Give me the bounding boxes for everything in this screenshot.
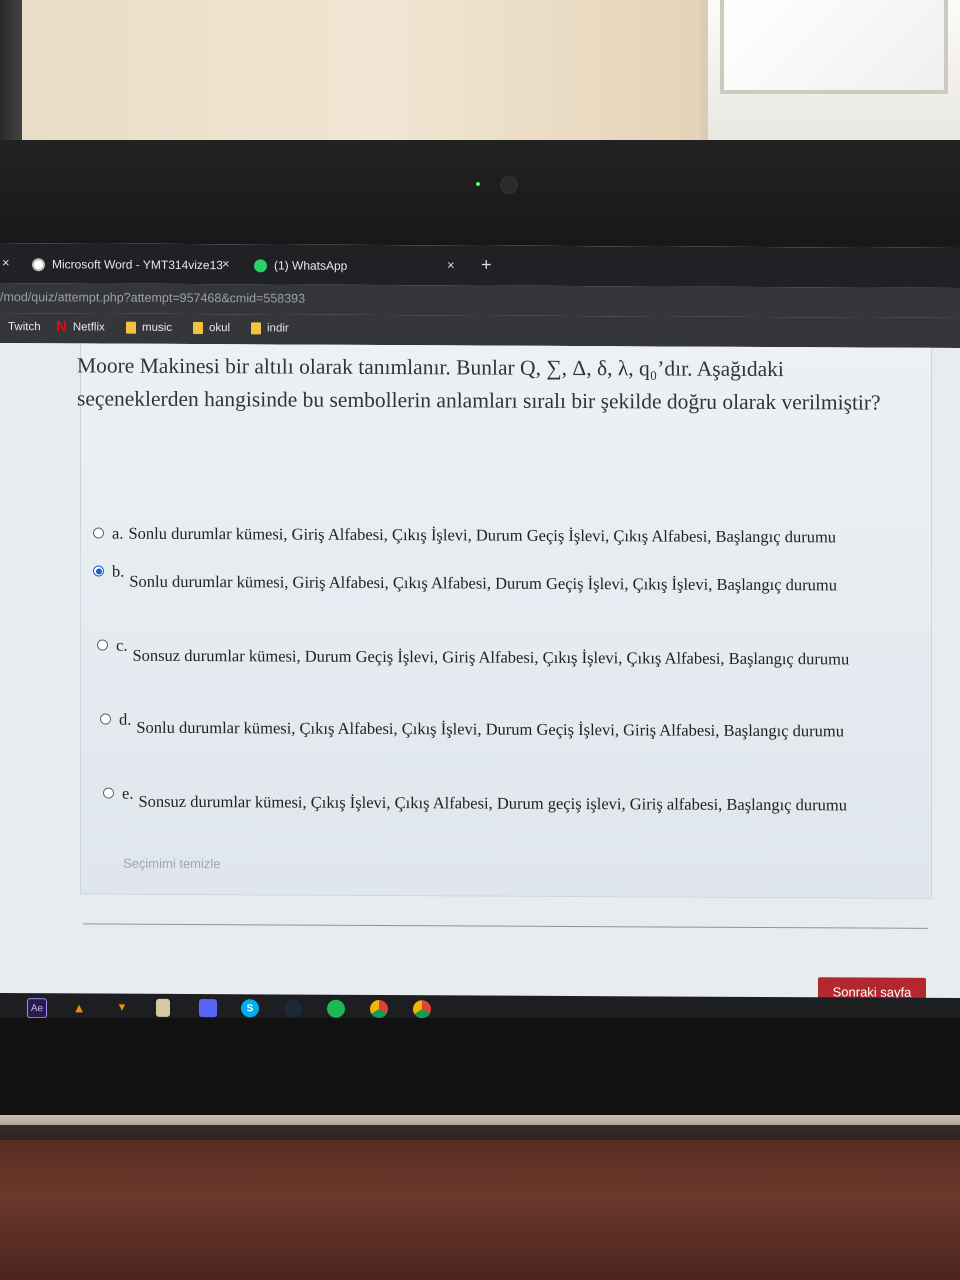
bookmark-label: music bbox=[142, 321, 173, 334]
room-window-glass bbox=[720, 0, 948, 94]
tab-label: Microsoft Word - YMT314vize13 bbox=[52, 257, 223, 273]
answer-letter: e. bbox=[122, 783, 134, 803]
url-text: /mod/quiz/attempt.php?attempt=957468&cmi… bbox=[0, 290, 306, 306]
radio-button[interactable] bbox=[103, 787, 114, 799]
divider bbox=[83, 923, 928, 929]
book-icon[interactable] bbox=[156, 998, 170, 1017]
answer-option-d[interactable]: d. Sonlu durumlar kümesi, Çıkış Alfabesi… bbox=[100, 710, 844, 742]
steam-icon[interactable] bbox=[284, 999, 302, 1018]
chrome-icon-active[interactable] bbox=[413, 1000, 431, 1019]
globe-icon bbox=[32, 257, 45, 271]
question-box: Moore Makinesi bir altılı olarak tanımla… bbox=[77, 343, 932, 899]
monitor-bezel-top bbox=[0, 140, 960, 245]
clear-choice-link[interactable]: Seçimimi temizle bbox=[123, 856, 221, 872]
bookmark-netflix[interactable]: N Netflix bbox=[56, 318, 105, 336]
ae-icon[interactable]: Ae bbox=[27, 998, 47, 1019]
monitor-edge bbox=[0, 0, 22, 150]
answer-letter: b. bbox=[112, 561, 125, 581]
close-icon[interactable]: × bbox=[447, 257, 455, 272]
answer-letter: d. bbox=[119, 709, 132, 729]
folder-icon bbox=[126, 321, 136, 334]
webcam-led bbox=[476, 182, 480, 186]
discord-icon[interactable] bbox=[199, 999, 217, 1018]
whatsapp-icon bbox=[254, 258, 267, 272]
tab-word[interactable]: Microsoft Word - YMT314vize13 bbox=[32, 251, 223, 278]
radio-button[interactable] bbox=[93, 527, 104, 539]
webcam-icon bbox=[500, 176, 518, 194]
bookmark-label: okul bbox=[209, 322, 231, 335]
answer-letter: c. bbox=[116, 635, 128, 655]
monitor-bezel-bottom bbox=[0, 1018, 960, 1118]
answer-letter: a. bbox=[112, 523, 124, 543]
answer-option-e[interactable]: e. Sonsuz durumlar kümesi, Çıkış İşlevi,… bbox=[103, 784, 847, 816]
bookmark-okul[interactable]: okul bbox=[193, 322, 230, 334]
spotify-icon[interactable] bbox=[327, 999, 345, 1018]
bookmark-label: Twitch bbox=[8, 321, 41, 334]
answer-text: Sonlu durumlar kümesi, Giriş Alfabesi, Ç… bbox=[128, 523, 837, 547]
bookmark-label: indir bbox=[267, 322, 289, 335]
vlc-icon[interactable]: ▲ bbox=[70, 998, 88, 1016]
answer-text: Sonsuz durumlar kümesi, Çıkış İşlevi, Çı… bbox=[138, 791, 847, 815]
laptop-body bbox=[0, 1140, 960, 1280]
folder-icon bbox=[251, 322, 261, 335]
bookmark-indir[interactable]: indir bbox=[251, 322, 289, 335]
question-text: Moore Makinesi bir altılı olarak tanımla… bbox=[77, 353, 881, 415]
tab-bar: × Microsoft Word - YMT314vize13 × (1) Wh… bbox=[0, 243, 960, 289]
chrome-icon[interactable] bbox=[370, 999, 388, 1019]
tab-label: (1) WhatsApp bbox=[274, 258, 348, 273]
folder-icon bbox=[193, 322, 203, 335]
answer-option-a[interactable]: a. Sonlu durumlar kümesi, Giriş Alfabesi… bbox=[93, 523, 836, 547]
bookmark-twitch[interactable]: Twitch bbox=[8, 321, 41, 333]
answer-text: Sonsuz durumlar kümesi, Durum Geçiş İşle… bbox=[132, 645, 850, 669]
bookmark-label: Netflix bbox=[72, 321, 105, 334]
skype-icon[interactable]: S bbox=[241, 999, 259, 1018]
screen: × Microsoft Word - YMT314vize13 × (1) Wh… bbox=[0, 243, 960, 1024]
radio-button[interactable] bbox=[97, 639, 108, 651]
ae-label: Ae bbox=[30, 1002, 44, 1014]
answer-option-c[interactable]: c. Sonsuz durumlar kümesi, Durum Geçiş İ… bbox=[97, 636, 849, 670]
answer-option-b[interactable]: b. Sonlu durumlar kümesi, Giriş Alfabesi… bbox=[93, 561, 837, 595]
radio-button[interactable] bbox=[100, 713, 111, 725]
radio-button-selected[interactable] bbox=[93, 565, 104, 577]
answer-text: Sonlu durumlar kümesi, Çıkış Alfabesi, Ç… bbox=[136, 717, 844, 741]
tab-whatsapp[interactable]: (1) WhatsApp bbox=[254, 252, 347, 278]
close-icon[interactable]: × bbox=[222, 256, 230, 271]
new-tab-button[interactable]: + bbox=[481, 255, 492, 276]
answer-text: Sonlu durumlar kümesi, Giriş Alfabesi, Ç… bbox=[129, 571, 837, 595]
close-tab-icon[interactable]: × bbox=[2, 255, 10, 270]
bookmark-music[interactable]: music bbox=[126, 321, 173, 334]
vlc-icon-2[interactable]: ▼ bbox=[113, 999, 131, 1017]
netflix-icon: N bbox=[56, 318, 67, 336]
quiz-page: Moore Makinesi bir altılı olarak tanımla… bbox=[0, 343, 960, 1006]
